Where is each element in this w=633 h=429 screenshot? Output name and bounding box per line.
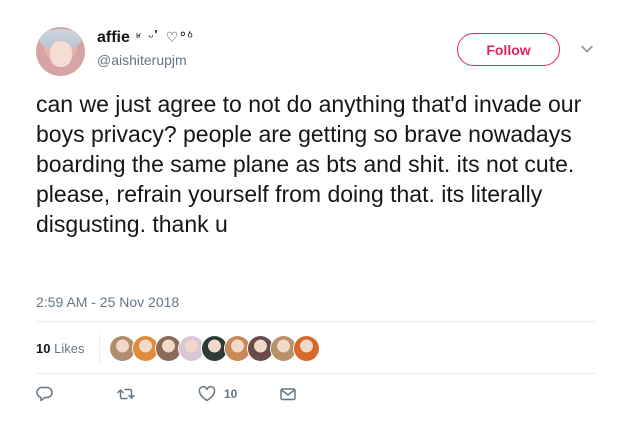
liker-avatar[interactable] — [294, 336, 319, 361]
like-count: 10 — [224, 387, 238, 401]
liker-avatar[interactable] — [271, 336, 296, 361]
stats-vertical-divider — [99, 334, 100, 364]
tweet-timestamp[interactable]: 2:59 AM - 25 Nov 2018 — [36, 294, 179, 310]
avatar-face — [50, 41, 72, 67]
direct-message-button[interactable] — [279, 385, 297, 403]
liker-avatar[interactable] — [110, 336, 135, 361]
liker-avatar[interactable] — [179, 336, 204, 361]
reply-button[interactable] — [36, 385, 54, 403]
display-name-text: affie — [97, 29, 130, 46]
chevron-down-icon[interactable] — [580, 42, 594, 56]
retweet-button[interactable] — [117, 385, 135, 403]
mail-icon — [280, 388, 296, 401]
stats-divider-top — [36, 321, 596, 322]
avatar[interactable] — [36, 27, 85, 76]
heart-icon — [198, 385, 216, 402]
display-name-decoration: ʶ ᵕ ̓ ♡°ᵒ̇ — [136, 30, 195, 46]
reply-icon — [36, 386, 53, 402]
stats-divider-bottom — [36, 373, 596, 374]
liker-avatar[interactable] — [133, 336, 158, 361]
liker-avatar[interactable] — [248, 336, 273, 361]
follow-button[interactable]: Follow — [457, 33, 560, 66]
liker-avatar[interactable] — [202, 336, 227, 361]
likes-count: 10 — [36, 341, 51, 356]
likes-label: Likes — [54, 341, 85, 356]
liker-avatar[interactable] — [225, 336, 250, 361]
user-handle[interactable]: @aishiterupjm — [97, 52, 187, 68]
tweet-text: can we just agree to not do anything tha… — [36, 91, 582, 237]
liker-avatar[interactable] — [156, 336, 181, 361]
user-display-name[interactable]: affie ʶ ᵕ ̓ ♡°ᵒ̇ — [97, 29, 194, 47]
like-button[interactable]: 10 — [198, 385, 237, 403]
retweet-icon — [117, 388, 135, 400]
likes-stat[interactable]: 10 Likes — [36, 341, 84, 356]
